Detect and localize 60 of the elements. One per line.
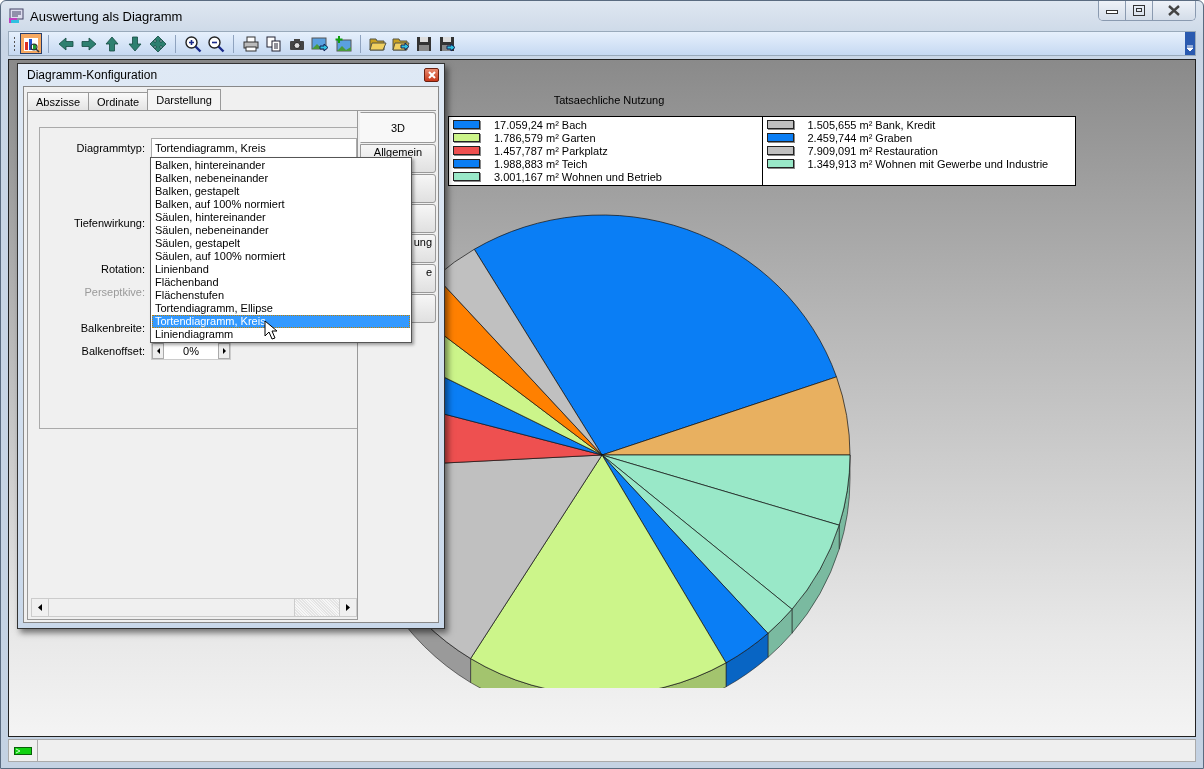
dropdown-option[interactable]: Liniendiagramm (152, 328, 410, 341)
spinner-value: 0% (182, 344, 200, 359)
maximize-icon (1133, 5, 1145, 16)
horizontal-scrollbar[interactable] (31, 598, 357, 617)
dialog-title: Diagramm-Konfiguration (26, 68, 158, 82)
field-label: Balkenoffset: (80, 345, 146, 357)
legend-label: 1.349,913 m² Wohnen mit Gewerbe und Industrie (807, 157, 1049, 170)
tab[interactable]: Abszisse (27, 92, 90, 110)
dropdown-option[interactable]: Balken, hintereinander (152, 159, 410, 172)
legend-label: 7.909,091 m² Restauration (807, 144, 938, 157)
dialog-close-button[interactable] (424, 68, 439, 82)
legend-label: 2.459,744 m² Graben (807, 131, 913, 144)
dropdown-option[interactable]: Säulen, hintereinander (152, 211, 410, 224)
dropdown-option[interactable]: Balken, auf 100% normiert (152, 198, 410, 211)
maximize-button[interactable] (1126, 1, 1153, 20)
tab[interactable]: Ordinate (88, 92, 149, 110)
scroll-left-icon[interactable] (38, 604, 42, 611)
legend-label: 1.786,579 m² Garten (494, 131, 596, 144)
dropdown-option[interactable]: Balken, nebeneinander (152, 172, 410, 185)
zoom-out-icon[interactable] (205, 33, 227, 54)
legend-label: 1.457,787 m² Parkplatz (494, 144, 608, 157)
mouse-cursor-icon (264, 320, 278, 340)
field-label: Perseptkive: (83, 286, 146, 298)
arrow-left-icon[interactable] (156, 348, 160, 354)
field-label: Balkenbreite: (79, 322, 146, 334)
printer-icon[interactable] (240, 33, 262, 54)
chart-type-dropdown[interactable]: Tortendiagramm, Kreis (151, 138, 357, 158)
window-title: Auswertung als Diagramm (30, 8, 183, 24)
status-indicator-icon (14, 746, 32, 755)
legend-label: 1.988,883 m² Teich (494, 157, 588, 170)
scroll-thumb[interactable] (49, 599, 295, 616)
dropdown-option[interactable]: Tortendiagramm, Ellipse (152, 302, 410, 315)
chart-title: Tatsaechliche Nutzung (553, 94, 665, 106)
field-label: Rotation: (99, 263, 146, 275)
minimize-button[interactable] (1099, 1, 1126, 20)
move-icon[interactable] (147, 33, 169, 54)
zoom-in-icon[interactable] (182, 33, 204, 54)
dropdown-option[interactable]: Säulen, auf 100% normiert (152, 250, 410, 263)
tab[interactable]: Darstellung (147, 89, 221, 110)
scroll-right-icon[interactable] (346, 604, 350, 611)
legend-label: 17.059,24 m² Bach (494, 118, 587, 131)
chevron-icon[interactable] (1185, 32, 1195, 55)
legend-label: 3.001,167 m² Wohnen und Betrieb (494, 170, 662, 183)
dropdown-option[interactable]: Flächenstufen (152, 289, 410, 302)
field-label: Diagrammtyp: (75, 142, 146, 154)
close-button[interactable] (1153, 1, 1195, 20)
close-icon (1168, 5, 1180, 16)
chart-icon[interactable] (20, 33, 42, 54)
dropdown-option[interactable]: Flächenband (152, 276, 410, 289)
arrow-right-icon[interactable] (222, 348, 226, 354)
legend-label: 1.505,655 m² Bank, Kredit (807, 118, 936, 131)
app-icon (8, 8, 24, 24)
close-icon (427, 71, 436, 79)
dropdown-option[interactable]: Linienband (152, 263, 410, 276)
dropdown-option[interactable]: Säulen, gestapelt (152, 237, 410, 250)
dropdown-option[interactable]: Säulen, nebeneinander (152, 224, 410, 237)
minimize-icon (1106, 7, 1118, 14)
dropdown-option[interactable]: Balken, gestapelt (152, 185, 410, 198)
field-label: Tiefenwirkung: (72, 217, 146, 229)
side-tab[interactable]: 3D (360, 112, 436, 143)
